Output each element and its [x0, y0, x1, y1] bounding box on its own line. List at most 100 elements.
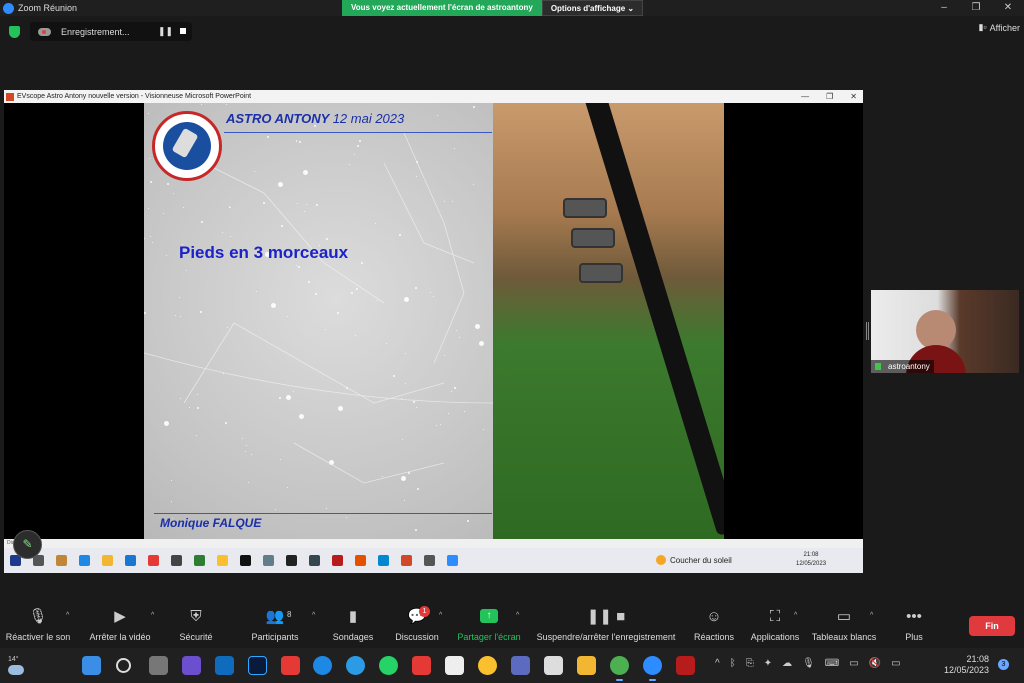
video-camera-icon: ▶: [114, 608, 126, 625]
more-icon: •••: [906, 607, 922, 625]
remote-clock: 21:08 12/05/2023: [796, 552, 827, 567]
video-options-chevron-icon[interactable]: ^: [151, 612, 154, 619]
participants-icon: 👥: [265, 608, 285, 625]
security-shield-icon[interactable]: [9, 26, 20, 38]
cloud-weather-icon: [8, 665, 24, 675]
stop-recording-icon[interactable]: [180, 28, 186, 34]
remote-folder-icon: [102, 555, 113, 566]
onedrive-icon[interactable]: ☁: [782, 658, 792, 669]
app-icon[interactable]: [676, 656, 695, 675]
app-icon[interactable]: [346, 656, 365, 675]
ppt-status-bar: Diapositive 155: [4, 539, 863, 548]
app-icon[interactable]: [445, 656, 464, 675]
share-options-chevron-icon[interactable]: ^: [516, 612, 519, 619]
app-tray-icon[interactable]: ✦: [764, 658, 772, 669]
remote-app-icon: [332, 555, 343, 566]
chevron-up-icon[interactable]: ^: [715, 658, 720, 669]
ppt-title-bar: EVscope Astro Antony nouvelle version - …: [4, 90, 863, 103]
remote-taskbar: Coucher du soleil 21:08 12/05/2023: [4, 548, 863, 573]
windows-taskbar: 14° ^ ᛒ ⎘ ✦ ☁ 🎙 ⌨ ▭ 🔇 ▭ 21:08 12/05/2023…: [0, 648, 1024, 683]
chrome-icon[interactable]: [478, 656, 497, 675]
show-video-button[interactable]: ▮▫ Afficher: [978, 22, 1020, 33]
unmute-button[interactable]: 🎙 Réactiver le son: [4, 604, 72, 648]
ppt-minimize-icon[interactable]: —: [801, 90, 809, 103]
signal-strength-icon: [875, 363, 885, 370]
ppt-close-icon[interactable]: ✕: [850, 90, 857, 103]
star-map-background: ASTRO ANTONY 12 mai 2023 Pieds en 3 morc…: [144, 103, 493, 539]
volume-muted-icon[interactable]: 🔇: [869, 658, 881, 669]
participants-options-chevron-icon[interactable]: ^: [312, 612, 315, 619]
tripod-clamp: [563, 198, 607, 218]
close-icon[interactable]: ✕: [992, 0, 1024, 16]
apps-options-chevron-icon[interactable]: ^: [794, 612, 797, 619]
chrome-icon[interactable]: [610, 656, 629, 681]
club-astronomie-logo: [152, 111, 222, 181]
participant-name-label: astroantony: [871, 360, 934, 373]
system-clock[interactable]: 21:08 12/05/2023: [944, 654, 989, 676]
display-icon[interactable]: ▭: [849, 658, 858, 669]
app-icon[interactable]: [544, 656, 563, 675]
audio-options-chevron-icon[interactable]: ^: [66, 612, 69, 619]
remote-zoom-icon: [447, 555, 458, 566]
view-options-button[interactable]: Options d'affichage ⌄: [541, 0, 644, 16]
system-tray: ^ ᛒ ⎘ ✦ ☁ 🎙 ⌨ ▭ 🔇 ▭: [715, 658, 901, 669]
edge-icon[interactable]: [313, 656, 332, 675]
annotate-pen-button[interactable]: ✎: [13, 530, 42, 559]
chat-options-chevron-icon[interactable]: ^: [439, 612, 442, 619]
pause-stop-recording-button[interactable]: ❚❚ ■ Suspendre/arrêter l'enregistrement: [532, 604, 680, 648]
whatsapp-icon[interactable]: [379, 656, 398, 675]
usb-icon[interactable]: ⎘: [746, 658, 754, 669]
apps-button[interactable]: ⛶ Applications: [748, 604, 802, 648]
panel-resize-handle[interactable]: [866, 322, 869, 340]
whiteboard-options-chevron-icon[interactable]: ^: [870, 612, 873, 619]
end-meeting-button[interactable]: Fin: [969, 616, 1015, 636]
bluetooth-icon[interactable]: ᛒ: [730, 658, 736, 669]
file-explorer-icon[interactable]: [577, 656, 596, 675]
reactions-button[interactable]: ☺ Réactions: [692, 604, 736, 648]
remote-settings-icon: [424, 555, 435, 566]
weather-widget[interactable]: 14°: [8, 656, 24, 675]
stop-video-button[interactable]: ▶ Arrêter la vidéo: [86, 604, 154, 648]
recording-indicator: Enregistrement... ❚❚: [30, 22, 192, 41]
zoom-logo-icon: [3, 2, 14, 14]
battery-icon[interactable]: ▭: [891, 658, 900, 669]
windows-start-icon[interactable]: [82, 656, 101, 675]
remote-calculator-icon: [263, 555, 274, 566]
keyboard-icon[interactable]: ⌨: [825, 658, 839, 669]
minimize-icon[interactable]: –: [928, 0, 960, 16]
app-icon[interactable]: [511, 656, 530, 675]
remote-opera-icon: [148, 555, 159, 566]
search-icon[interactable]: [116, 658, 131, 673]
zoom-taskbar-icon[interactable]: [643, 656, 662, 681]
header-divider: [224, 132, 492, 133]
outlook-icon[interactable]: [215, 656, 234, 675]
participants-button[interactable]: 👥 Participants: [246, 604, 304, 648]
security-button[interactable]: ⛨ Sécurité: [170, 604, 222, 648]
notification-badge[interactable]: 3: [998, 659, 1009, 670]
remote-dropbox-icon: [125, 555, 136, 566]
app-b-icon[interactable]: [412, 656, 431, 675]
photoshop-icon[interactable]: [248, 656, 267, 675]
cloud-recording-icon: [38, 27, 51, 36]
pause-recording-icon[interactable]: ❚❚: [158, 26, 173, 37]
ppt-restore-icon[interactable]: ❐: [826, 90, 833, 103]
security-app-icon[interactable]: [281, 656, 300, 675]
recording-status: Enregistrement...: [61, 26, 130, 37]
whiteboards-button[interactable]: ▭ Tableaux blancs: [810, 604, 878, 648]
reactions-icon: ☺: [706, 607, 722, 625]
remote-app-icon: [309, 555, 320, 566]
tripod-leg: [583, 103, 724, 537]
task-view-icon[interactable]: [149, 656, 168, 675]
participant-video-tile[interactable]: astroantony: [871, 290, 1019, 373]
chat-app-icon[interactable]: [182, 656, 201, 675]
polls-button[interactable]: ▮ Sondages: [328, 604, 378, 648]
share-screen-button[interactable]: ↑ Partager l'écran: [455, 604, 523, 648]
remote-terminal-icon: [240, 555, 251, 566]
video-panel-icon: ▮▫: [978, 22, 987, 32]
microphone-icon[interactable]: 🎙: [802, 658, 815, 669]
remote-powerpoint-icon: [401, 555, 412, 566]
window-title: Zoom Réunion: [18, 3, 78, 13]
restore-icon[interactable]: ❐: [960, 0, 992, 16]
more-button[interactable]: ••• Plus: [894, 604, 934, 648]
chat-button[interactable]: 💬 Discussion: [392, 604, 442, 648]
